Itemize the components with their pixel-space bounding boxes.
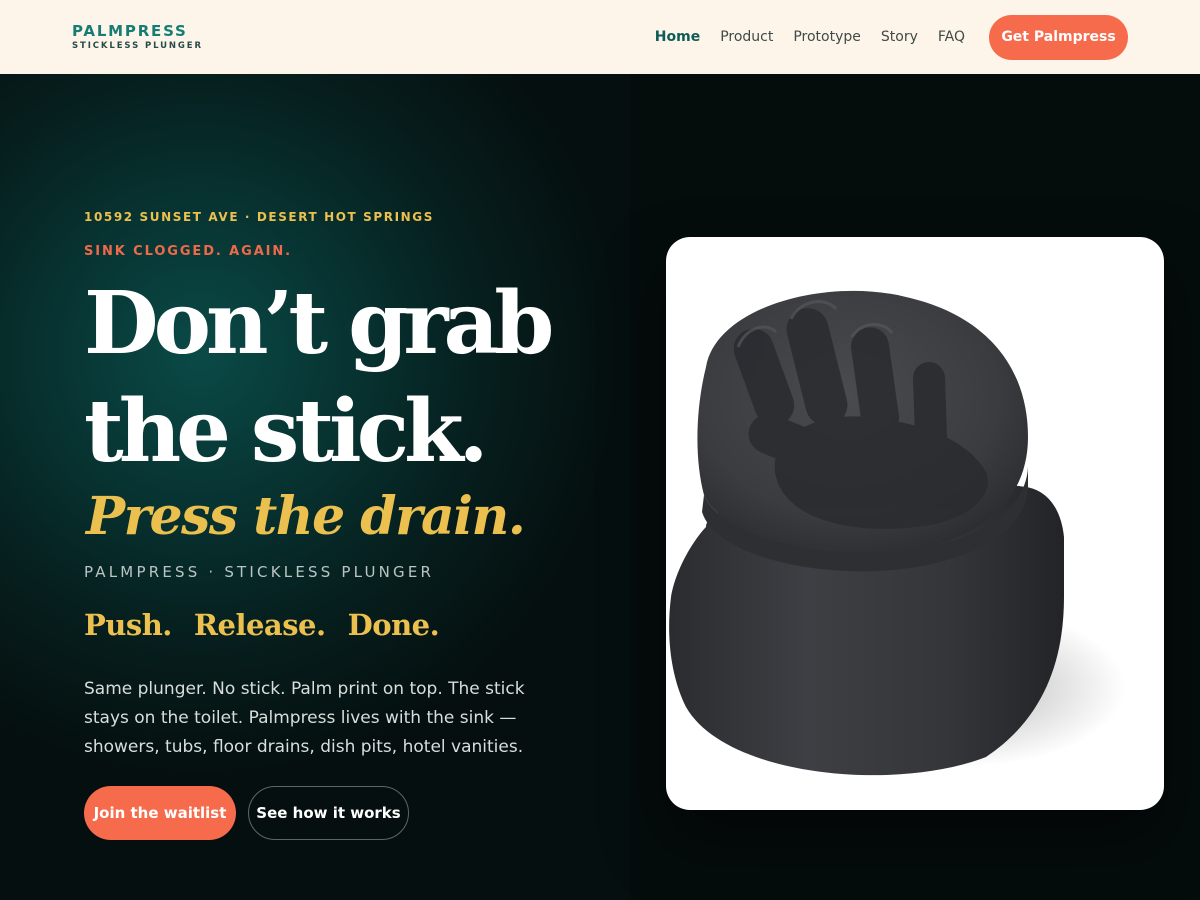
headline-line-1: Don’t grab [84,273,554,374]
brand-subtitle: STICKLESS PLUNGER [72,40,203,51]
hero-headline: Don’t grab the stick. [84,270,604,486]
headline-line-2: the stick. [84,381,489,482]
get-palmpress-button[interactable]: Get Palmpress [989,14,1128,60]
hero-kicker: SINK CLOGGED. AGAIN. [84,244,293,259]
nav-link-product[interactable]: Product [720,29,773,45]
nav-link-faq[interactable]: FAQ [938,29,965,45]
palm-plunger-product-image [669,290,1126,776]
hero-tagline: PALMPRESS · STICKLESS PLUNGER [84,563,435,581]
see-how-it-works-button[interactable]: See how it works [248,786,409,840]
step-push: Push. [84,608,172,642]
hero-address: 10592 SUNSET AVE · DESERT HOT SPRINGS [84,210,434,224]
step-release: Release. [193,608,326,642]
site-header: PALMPRESS STICKLESS PLUNGER Home Product… [0,0,1200,74]
nav-link-prototype[interactable]: Prototype [793,29,861,45]
hero-steps: Push. Release. Done. [84,608,461,642]
nav-link-story[interactable]: Story [881,29,918,45]
brand-name: PALMPRESS [72,21,188,40]
hero-section: 10592 SUNSET AVE · DESERT HOT SPRINGS SI… [0,74,1200,900]
nav-link-home[interactable]: Home [655,29,700,45]
hero-body-copy: Same plunger. No stick. Palm print on to… [84,679,525,757]
brand-logo[interactable]: PALMPRESS STICKLESS PLUNGER [72,21,203,52]
product-image-card [666,237,1164,810]
join-waitlist-button[interactable]: Join the waitlist [84,786,236,840]
hero-subhead: Press the drain. [86,486,526,547]
main-nav: Home Product Prototype Story FAQ Get Pal… [635,14,1128,60]
step-done: Done. [347,608,440,642]
